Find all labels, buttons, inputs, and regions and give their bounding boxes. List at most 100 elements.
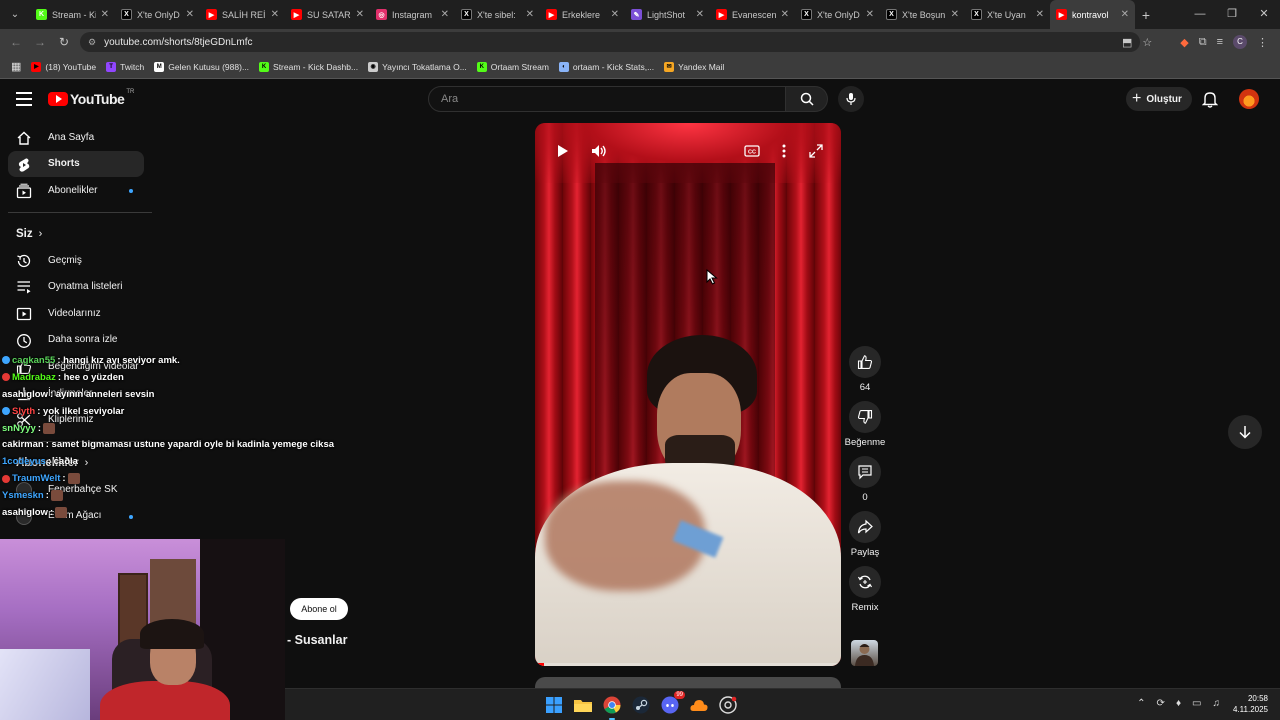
- minimize-button[interactable]: —: [1184, 0, 1216, 29]
- search-input[interactable]: Ara: [428, 86, 786, 112]
- address-bar[interactable]: ⚙ youtube.com/shorts/8tjeGDnLmfc: [80, 32, 1140, 52]
- menu-hamburger-icon[interactable]: [16, 92, 32, 106]
- chat-username[interactable]: Madrabaz: [12, 372, 56, 383]
- chat-username[interactable]: asahiglow: [2, 389, 48, 400]
- extensions-puzzle-icon[interactable]: ⧉: [1199, 36, 1207, 49]
- create-button[interactable]: + Oluştur: [1126, 87, 1192, 111]
- tab-close-icon[interactable]: ✕: [781, 9, 789, 20]
- chat-username[interactable]: 1codeyus: [2, 456, 46, 467]
- tray-overflow-chevron-icon[interactable]: ⌃: [1137, 698, 1145, 709]
- bookmark-item[interactable]: T Twitch: [101, 61, 149, 72]
- tray-display-icon[interactable]: ▭: [1192, 698, 1201, 709]
- discord-icon[interactable]: 99: [659, 691, 685, 716]
- browser-menu-icon[interactable]: ⋮: [1257, 36, 1268, 49]
- tab-close-icon[interactable]: ✕: [271, 9, 279, 20]
- more-options-button[interactable]: [774, 141, 794, 161]
- tab-close-icon[interactable]: ✕: [526, 9, 534, 20]
- share-button[interactable]: [849, 511, 881, 543]
- bookmark-item[interactable]: M Gelen Kutusu (988)...: [149, 61, 254, 72]
- chat-username[interactable]: snNyyy: [2, 423, 36, 434]
- play-button[interactable]: [552, 141, 572, 161]
- profile-avatar[interactable]: C: [1233, 35, 1247, 49]
- site-info-icon[interactable]: ⚙: [88, 37, 96, 48]
- next-video-button[interactable]: [1228, 415, 1262, 449]
- tab-close-icon[interactable]: ✕: [1121, 9, 1129, 20]
- reload-button[interactable]: ↻: [52, 35, 76, 49]
- comments-button[interactable]: [849, 456, 881, 488]
- browser-tab[interactable]: X X'te Boşun ✕: [880, 0, 965, 29]
- chat-username[interactable]: cagkan55: [12, 355, 55, 366]
- close-window-button[interactable]: ✕: [1248, 0, 1280, 29]
- tab-close-icon[interactable]: ✕: [951, 9, 959, 20]
- browser-tab[interactable]: X X'te OnlyD ✕: [795, 0, 880, 29]
- media-controls-icon[interactable]: ≡: [1217, 36, 1223, 48]
- forward-button[interactable]: →: [28, 35, 52, 49]
- tab-close-icon[interactable]: ✕: [866, 9, 874, 20]
- remix-button[interactable]: [849, 566, 881, 598]
- browser-tab[interactable]: ✎ LightShot ✕: [625, 0, 710, 29]
- notifications-bell-icon[interactable]: [1202, 90, 1218, 108]
- channel-name[interactable]: - Susanlar: [287, 633, 347, 647]
- file-explorer-icon[interactable]: [572, 694, 594, 716]
- windows-start-icon[interactable]: [543, 694, 565, 716]
- browser-tab[interactable]: X X'te OnlyD ✕: [115, 0, 200, 29]
- tray-volume-icon[interactable]: ♫: [1213, 698, 1221, 709]
- youtube-logo[interactable]: YouTube TR: [48, 89, 134, 107]
- tab-close-icon[interactable]: ✕: [611, 9, 619, 20]
- browser-tab[interactable]: ▶ Evanescen ✕: [710, 0, 795, 29]
- tray-sync-icon[interactable]: ⟳: [1157, 698, 1165, 709]
- voice-search-button[interactable]: [838, 86, 864, 112]
- sidebar-item[interactable]: Abonelikler: [0, 177, 160, 204]
- extension-fox-icon[interactable]: ◆: [1180, 36, 1188, 49]
- apps-grid-icon[interactable]: ▦: [6, 60, 26, 73]
- dislike-button[interactable]: [849, 401, 881, 433]
- chat-username[interactable]: TraumWelt: [12, 473, 60, 484]
- restore-button[interactable]: ❐: [1216, 0, 1248, 29]
- chrome-icon[interactable]: [601, 694, 623, 720]
- back-button[interactable]: ←: [4, 35, 28, 49]
- sidebar-item[interactable]: Ana Sayfa: [0, 124, 160, 151]
- browser-tab[interactable]: ▶ SALİH REİ ✕: [200, 0, 285, 29]
- browser-tab[interactable]: ▶ kontravol ✕: [1050, 0, 1135, 29]
- user-avatar[interactable]: [1239, 89, 1259, 109]
- volume-button[interactable]: [589, 141, 609, 161]
- tab-search-chevron-icon[interactable]: ⌄: [0, 9, 30, 20]
- sidebar-item[interactable]: Shorts: [8, 150, 144, 178]
- tab-close-icon[interactable]: ✕: [1036, 9, 1044, 20]
- browser-tab[interactable]: ◎ Instagram ✕: [370, 0, 455, 29]
- sidebar-item[interactable]: Oynatma listeleri: [0, 273, 160, 300]
- subscribe-button[interactable]: Abone ol: [290, 598, 348, 620]
- browser-tab[interactable]: X X'te sibel: ✕: [455, 0, 540, 29]
- tab-close-icon[interactable]: ✕: [696, 9, 704, 20]
- taskbar-clock[interactable]: 20:58 4.11.2025: [1233, 693, 1268, 715]
- bookmark-item[interactable]: K Ortaam Stream: [472, 61, 554, 72]
- bookmark-item[interactable]: ▶ (18) YouTube: [26, 61, 101, 72]
- bookmark-item[interactable]: ✉ Yandex Mail: [659, 61, 729, 72]
- browser-tab[interactable]: X X'te Uyan ✕: [965, 0, 1050, 29]
- sidebar-item[interactable]: Geçmiş: [0, 247, 160, 274]
- bookmark-item[interactable]: ◐ ortaam - Kick Stats,...: [554, 61, 659, 72]
- chat-username[interactable]: cakirman: [2, 439, 44, 450]
- chat-username[interactable]: asahiglow: [2, 507, 48, 518]
- shorts-video-player[interactable]: CC: [535, 123, 841, 666]
- cloud-app-icon[interactable]: [688, 694, 710, 716]
- sound-channel-thumbnail[interactable]: [851, 640, 878, 666]
- fullscreen-button[interactable]: [806, 141, 826, 161]
- tab-close-icon[interactable]: ✕: [441, 9, 449, 20]
- bookmark-item[interactable]: K Stream - Kick Dashb...: [254, 61, 363, 72]
- browser-tab[interactable]: ▶ Erkeklere ✕: [540, 0, 625, 29]
- steam-icon[interactable]: [630, 694, 652, 716]
- chat-username[interactable]: Slyth: [12, 406, 35, 417]
- chat-username[interactable]: Ysmeskn: [2, 490, 44, 501]
- tab-close-icon[interactable]: ✕: [356, 9, 364, 20]
- sidebar-item[interactable]: Daha sonra izle: [0, 327, 160, 354]
- bookmark-item[interactable]: ◉ Yayıncı Tokatlama O...: [363, 61, 472, 72]
- install-app-icon[interactable]: ⬒: [1122, 36, 1132, 49]
- tab-close-icon[interactable]: ✕: [186, 9, 194, 20]
- captions-button[interactable]: CC: [742, 141, 762, 161]
- video-progress-bar[interactable]: [535, 663, 841, 666]
- bookmark-star-icon[interactable]: ☆: [1142, 36, 1152, 49]
- search-button[interactable]: [786, 86, 828, 112]
- like-button[interactable]: [849, 346, 881, 378]
- tab-close-icon[interactable]: ✕: [101, 9, 109, 20]
